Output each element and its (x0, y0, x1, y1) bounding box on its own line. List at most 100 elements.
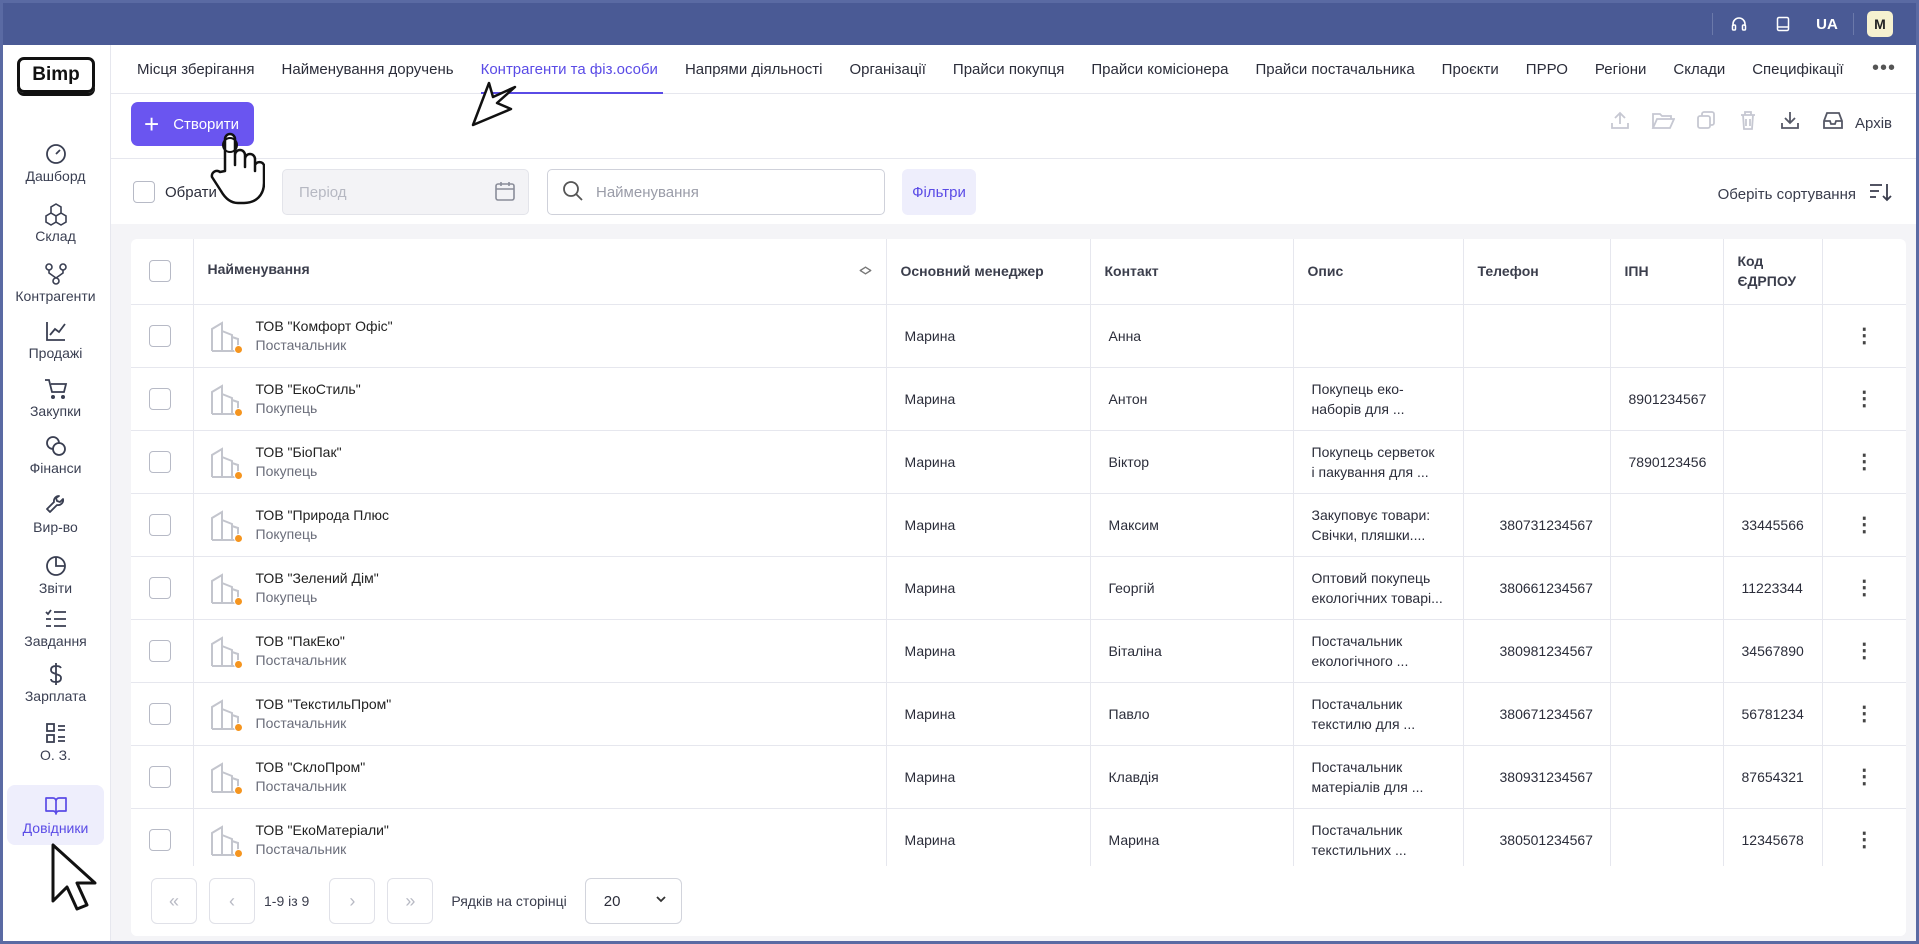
row-checkbox[interactable] (149, 765, 171, 788)
row-checkbox[interactable] (149, 387, 171, 410)
row-checkbox[interactable] (149, 576, 171, 599)
header-checkbox[interactable] (149, 260, 171, 283)
row-menu-icon[interactable]: ⋮ (1822, 367, 1906, 431)
tab-8[interactable]: Проєкти (1442, 45, 1499, 94)
more-tabs-icon[interactable]: ••• (1872, 57, 1896, 80)
trash-icon[interactable] (1737, 109, 1759, 137)
code-cell (1723, 430, 1823, 494)
status-dot (233, 659, 243, 669)
sidebar-item-10[interactable]: О. З. (7, 712, 104, 772)
counterparty-name[interactable]: ТОВ "ПакЕко" (256, 633, 347, 649)
tab-10[interactable]: Регіони (1595, 45, 1647, 94)
sidebar-item-5[interactable]: Фінанси (7, 425, 104, 485)
last-page-button[interactable]: » (387, 878, 434, 924)
row-menu-icon[interactable]: ⋮ (1822, 619, 1906, 683)
headset-icon[interactable] (1717, 9, 1761, 39)
counterparty-name[interactable]: ТОВ "Комфорт Офіс" (256, 318, 393, 334)
archive-button[interactable]: Архів (1855, 115, 1892, 132)
folder-open-icon[interactable] (1651, 109, 1676, 137)
select-all-checkbox[interactable] (133, 181, 155, 203)
table-row[interactable]: ТОВ "Комфорт Офіс" Постачальник Марина Анна… (131, 304, 1906, 368)
user-menu[interactable]: M (1858, 9, 1902, 39)
counterparty-name[interactable]: ТОВ "ЕкоМатеріали" (256, 822, 389, 838)
table-row[interactable]: ТОВ "СклоПром" Постачальник Марина Клавдія П… (131, 745, 1906, 809)
table-row[interactable]: ТОВ "ПакЕко" Постачальник Марина Віталіна П… (131, 619, 1906, 683)
tab-5[interactable]: Прайси покупця (953, 45, 1064, 94)
sidebar-item-6[interactable]: Вир-во (7, 484, 104, 544)
prev-page-button[interactable]: ‹ (209, 878, 255, 924)
sidebar-item-9[interactable]: Зарплата (7, 653, 104, 713)
arrow-cursor-icon (471, 81, 519, 134)
sidebar-item-1[interactable]: Склад (7, 193, 104, 253)
sidebar-item-8[interactable]: Завдання (7, 598, 104, 658)
table-row[interactable]: ТОВ "ЕкоСтиль" Покупець Марина Антон Покупец… (131, 367, 1906, 431)
contact-cell: Клавдія (1090, 745, 1294, 809)
counterparty-name[interactable]: ТОВ "Зелений Дім" (256, 570, 379, 586)
period-picker[interactable]: Період (282, 169, 529, 215)
book-icon[interactable] (1761, 9, 1805, 39)
phone-cell: 380501234567 (1463, 808, 1611, 872)
sidebar-item-11[interactable]: Довідники (7, 785, 104, 845)
row-menu-icon[interactable]: ⋮ (1822, 808, 1906, 872)
row-menu-icon[interactable]: ⋮ (1822, 430, 1906, 494)
filters-button[interactable]: Фільтри (902, 169, 976, 215)
download-icon[interactable] (1779, 109, 1801, 137)
table-row[interactable]: ТОВ "ЕкоМатеріали" Постачальник Марина Мари… (131, 808, 1906, 872)
search-placeholder: Найменування (596, 183, 699, 201)
tab-3[interactable]: Напрями діяльності (685, 45, 823, 94)
table-row[interactable]: ТОВ "ТекстильПром" Постачальник Марина Павл… (131, 682, 1906, 746)
sidebar-item-0[interactable]: Дашборд (7, 133, 104, 193)
counterparty-type: Постачальник (255, 841, 347, 857)
tab-12[interactable]: Специфікації (1752, 45, 1843, 94)
row-checkbox[interactable] (149, 513, 171, 536)
sort-arrows-icon[interactable]: ︿ ﹀ (859, 260, 871, 282)
counterparty-name[interactable]: ТОВ "БіоПак" (256, 444, 342, 460)
manager-cell: Марина (886, 367, 1091, 431)
row-checkbox[interactable] (149, 324, 171, 347)
row-menu-icon[interactable]: ⋮ (1822, 304, 1906, 368)
row-menu-icon[interactable]: ⋮ (1822, 556, 1906, 620)
logo[interactable]: Bimp (17, 57, 95, 93)
tab-0[interactable]: Місця зберігання (137, 45, 255, 94)
counterparty-name[interactable]: ТОВ "ТекстильПром" (256, 696, 392, 712)
rows-per-page-select[interactable]: 20 (584, 878, 682, 924)
sidebar-item-3[interactable]: Продажі (7, 310, 104, 370)
archive-icon[interactable] (1821, 109, 1845, 137)
counterparty-name[interactable]: ТОВ "ЕкоСтиль" (256, 381, 361, 397)
sidebar-item-4[interactable]: Закупки (7, 368, 104, 428)
search-input[interactable]: Найменування (547, 169, 885, 215)
sort-control[interactable]: Оберіть сортування (1718, 181, 1892, 207)
table-row[interactable]: ТОВ "БіоПак" Покупець Марина Віктор Покупец… (131, 430, 1906, 494)
select-all[interactable]: Обрати (133, 181, 217, 203)
tab-1[interactable]: Найменування доручень (282, 45, 454, 94)
pagination: « ‹ 1-9 із 9 › » Рядків на сторінці 20 (131, 866, 1906, 936)
tab-7[interactable]: Прайси постачальника (1255, 45, 1414, 94)
row-menu-icon[interactable]: ⋮ (1822, 493, 1906, 557)
row-checkbox[interactable] (149, 639, 171, 662)
tab-9[interactable]: ПРРО (1526, 45, 1568, 94)
upload-icon[interactable] (1609, 109, 1631, 137)
row-menu-icon[interactable]: ⋮ (1822, 745, 1906, 809)
next-page-button[interactable]: › (329, 878, 376, 924)
row-checkbox[interactable] (149, 450, 171, 473)
tab-6[interactable]: Прайси комісіонера (1091, 45, 1228, 94)
row-menu-icon[interactable]: ⋮ (1822, 682, 1906, 746)
tab-4[interactable]: Організації (850, 45, 926, 94)
counterparty-name[interactable]: ТОВ "Природа Плюс (256, 507, 390, 523)
tab-11[interactable]: Склади (1673, 45, 1725, 94)
counterparty-name[interactable]: ТОВ "СклоПром" (256, 759, 366, 775)
table-row[interactable]: ТОВ "Природа Плюс Покупець Марина Максим Зак… (131, 493, 1906, 557)
row-checkbox[interactable] (149, 702, 171, 725)
description-cell (1293, 304, 1464, 368)
code-cell: 87654321 (1723, 745, 1823, 809)
sidebar-item-2[interactable]: Контрагенти (7, 253, 104, 313)
first-page-button[interactable]: « (151, 878, 197, 924)
column-header-name[interactable]: Найменування ︿ ﹀ (193, 239, 887, 305)
table-row[interactable]: ТОВ "Зелений Дім" Покупець Марина Георгій Оп… (131, 556, 1906, 620)
sidebar-item-label: Дашборд (25, 168, 86, 184)
hand-cursor-icon (209, 131, 266, 210)
sidebar-item-7[interactable]: Звіти (7, 545, 104, 605)
copy-icon[interactable] (1695, 109, 1717, 137)
language-switch[interactable]: UA (1805, 9, 1849, 39)
row-checkbox[interactable] (149, 828, 171, 851)
